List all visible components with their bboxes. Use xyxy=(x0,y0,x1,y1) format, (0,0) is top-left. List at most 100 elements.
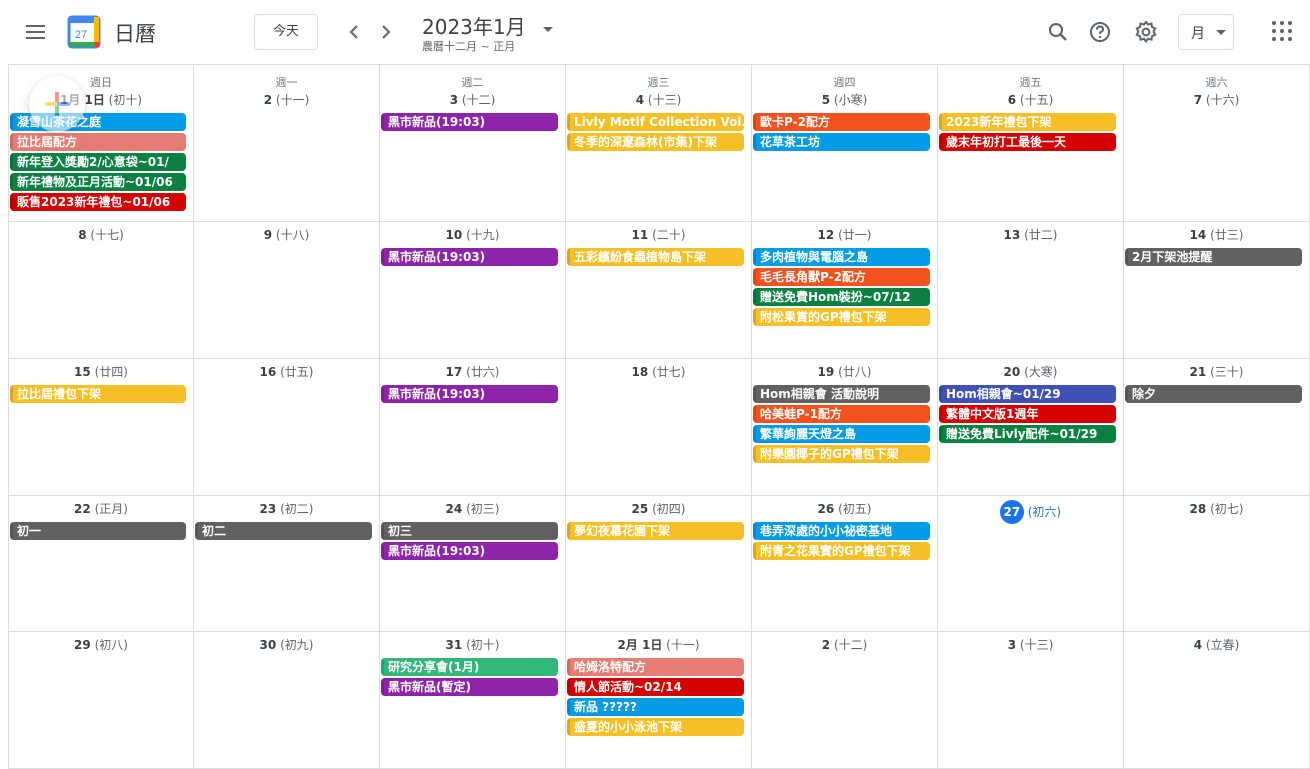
day-cell[interactable]: 25 (初四) 夢幻夜幕花園下架 xyxy=(566,496,752,632)
day-label[interactable]: 26 xyxy=(818,502,835,516)
day-number[interactable]: 2 (十一) xyxy=(194,91,379,109)
day-number[interactable]: 20 (大寒) xyxy=(938,363,1123,381)
next-month-button[interactable] xyxy=(372,18,400,46)
day-number[interactable]: 8 (十七) xyxy=(9,226,193,244)
day-cell[interactable]: 2 (十二) xyxy=(752,632,938,769)
day-number[interactable]: 7 (十六) xyxy=(1124,91,1309,109)
day-cell[interactable]: 19 (廿八) Hom相親會 活動說明 哈美蛙P-1配方 繁華絢麗天燈之島 附樂園椰子的… xyxy=(752,359,938,496)
day-cell[interactable]: 3 (十三) xyxy=(938,632,1124,769)
main-menu-button[interactable] xyxy=(20,17,52,47)
day-number[interactable]: 9 (十八) xyxy=(194,226,379,244)
day-number[interactable]: 21 (三十) xyxy=(1124,363,1309,381)
day-label[interactable]: 18 xyxy=(632,365,649,379)
event-chip[interactable]: 新品 ????? xyxy=(567,698,744,716)
event-chip[interactable]: 黑市新品(19:03) xyxy=(381,248,558,266)
event-chip[interactable]: Hom相親會 活動說明 xyxy=(753,385,930,403)
search-button[interactable] xyxy=(1044,18,1072,46)
event-chip[interactable]: 多肉植物與電腦之島 xyxy=(753,248,930,266)
day-label[interactable]: 2 xyxy=(264,93,272,107)
event-chip[interactable]: 初二 xyxy=(195,522,372,540)
day-number[interactable]: 22 (正月) xyxy=(9,500,193,518)
day-label[interactable]: 11 xyxy=(632,228,649,242)
event-chip[interactable]: 黑市新品(暫定) xyxy=(381,678,558,696)
day-label[interactable]: 29 xyxy=(74,638,91,652)
day-number[interactable]: 24 (初三) xyxy=(380,500,565,518)
day-cell[interactable]: 16 (廿五) xyxy=(194,359,380,496)
event-chip[interactable]: 巷弄深處的小小祕密基地 xyxy=(753,522,930,540)
event-chip[interactable]: 五彩繽紛食蟲植物島下架 xyxy=(567,248,744,266)
day-number[interactable]: 2月 1日 (十一) xyxy=(566,636,751,654)
day-number[interactable]: 6 (十五) xyxy=(938,91,1123,109)
event-chip[interactable]: 夢幻夜幕花園下架 xyxy=(567,522,744,540)
day-cell[interactable]: 13 (廿二) xyxy=(938,222,1124,359)
event-chip[interactable]: 2023新年禮包下架 xyxy=(939,113,1116,131)
day-label[interactable]: 4 xyxy=(636,93,644,107)
previous-month-button[interactable] xyxy=(340,18,368,46)
day-label[interactable]: 2月 1日 xyxy=(617,638,662,652)
day-cell[interactable]: 17 (廿六) 黑市新品(19:03) xyxy=(380,359,566,496)
event-chip[interactable]: 初三 xyxy=(381,522,558,540)
event-chip[interactable]: 花草茶工坊 xyxy=(753,133,930,151)
event-chip[interactable]: 贈送免費Hom裝扮~07/12 xyxy=(753,288,930,306)
day-number[interactable]: 10 (十九) xyxy=(380,226,565,244)
event-chip[interactable]: Hom相親會~01/29 xyxy=(939,385,1116,403)
event-chip[interactable]: 附松果賞的GP禮包下架 xyxy=(753,308,930,326)
day-cell[interactable]: 12 (廿一) 多肉植物與電腦之島 毛毛長角獸P-2配方 贈送免費Hom裝扮~07/1… xyxy=(752,222,938,359)
day-label[interactable]: 12 xyxy=(818,228,835,242)
event-chip[interactable]: 2月下架池提醒 xyxy=(1125,248,1302,266)
day-cell[interactable]: 26 (初五) 巷弄深處的小小祕密基地 附青之花果實的GP禮包下架 xyxy=(752,496,938,632)
day-number[interactable]: 4 (立春) xyxy=(1124,636,1309,654)
day-cell[interactable]: 23 (初二) 初二 xyxy=(194,496,380,632)
day-cell[interactable]: 週六 7 (十六) xyxy=(1124,65,1310,222)
day-number[interactable]: 31 (初十) xyxy=(380,636,565,654)
day-label[interactable]: 30 xyxy=(260,638,277,652)
event-chip[interactable]: 繁體中文版1週年 xyxy=(939,405,1116,423)
day-cell[interactable]: 週三 4 (十三) Livly Motif Collection Vol.3 冬季的深… xyxy=(566,65,752,222)
day-label[interactable]: 27 xyxy=(999,500,1024,524)
event-chip[interactable]: 販售2023新年禮包~01/06 xyxy=(10,193,186,211)
day-cell[interactable]: 2月 1日 (十一) 哈姆洛特配方 情人節活動~02/14 新品 ????? 盛夏的小小… xyxy=(566,632,752,769)
create-event-button[interactable] xyxy=(29,76,85,132)
day-label[interactable]: 24 xyxy=(446,502,463,516)
day-label[interactable]: 8 xyxy=(78,228,86,242)
day-cell[interactable]: 9 (十八) xyxy=(194,222,380,359)
day-number[interactable]: 13 (廿二) xyxy=(938,226,1123,244)
day-cell[interactable]: 週一 2 (十一) xyxy=(194,65,380,222)
day-number[interactable]: 5 (小寒) xyxy=(752,91,937,109)
day-cell[interactable]: 20 (大寒) Hom相親會~01/29 繁體中文版1週年 贈送免費Livly配件~0… xyxy=(938,359,1124,496)
day-number[interactable]: 29 (初八) xyxy=(9,636,193,654)
event-chip[interactable]: 新年登入獎勵2/心意袋~01/ xyxy=(10,153,186,171)
day-label[interactable]: 28 xyxy=(1190,502,1207,516)
event-chip[interactable]: 毛毛長角獸P-2配方 xyxy=(753,268,930,286)
day-cell[interactable]: 21 (三十) 除夕 xyxy=(1124,359,1310,496)
day-number[interactable]: 17 (廿六) xyxy=(380,363,565,381)
day-cell[interactable]: 14 (廿三) 2月下架池提醒 xyxy=(1124,222,1310,359)
day-label[interactable]: 19 xyxy=(818,365,835,379)
day-number[interactable]: 11 (二十) xyxy=(566,226,751,244)
day-cell[interactable]: 30 (初九) xyxy=(194,632,380,769)
day-cell[interactable]: 24 (初三) 初三 黑市新品(19:03) xyxy=(380,496,566,632)
help-button[interactable] xyxy=(1086,18,1114,46)
day-label[interactable]: 14 xyxy=(1190,228,1207,242)
day-cell[interactable]: 4 (立春) xyxy=(1124,632,1310,769)
day-label[interactable]: 23 xyxy=(260,502,277,516)
day-number[interactable]: 15 (廿四) xyxy=(9,363,193,381)
event-chip[interactable]: 哈姆洛特配方 xyxy=(567,658,744,676)
event-chip[interactable]: 新年禮物及正月活動~01/06 xyxy=(10,173,186,191)
event-chip[interactable]: 拉比屆配方 xyxy=(10,133,186,151)
day-label[interactable]: 31 xyxy=(446,638,463,652)
day-label[interactable]: 3 xyxy=(1008,638,1016,652)
event-chip[interactable]: 拉比屆禮包下架 xyxy=(10,385,186,403)
day-label[interactable]: 22 xyxy=(74,502,91,516)
month-dropdown-caret-icon[interactable] xyxy=(543,27,553,32)
google-apps-button[interactable] xyxy=(1272,21,1294,43)
day-label[interactable]: 25 xyxy=(632,502,649,516)
event-chip[interactable]: 研究分享會(1月) xyxy=(381,658,558,676)
day-number[interactable]: 12 (廿一) xyxy=(752,226,937,244)
day-number[interactable]: 26 (初五) xyxy=(752,500,937,518)
event-chip[interactable]: 情人節活動~02/14 xyxy=(567,678,744,696)
day-label[interactable]: 2 xyxy=(822,638,830,652)
day-cell[interactable]: 28 (初七) xyxy=(1124,496,1310,632)
day-cell[interactable]: 8 (十七) xyxy=(8,222,194,359)
event-chip[interactable]: 除夕 xyxy=(1125,385,1302,403)
